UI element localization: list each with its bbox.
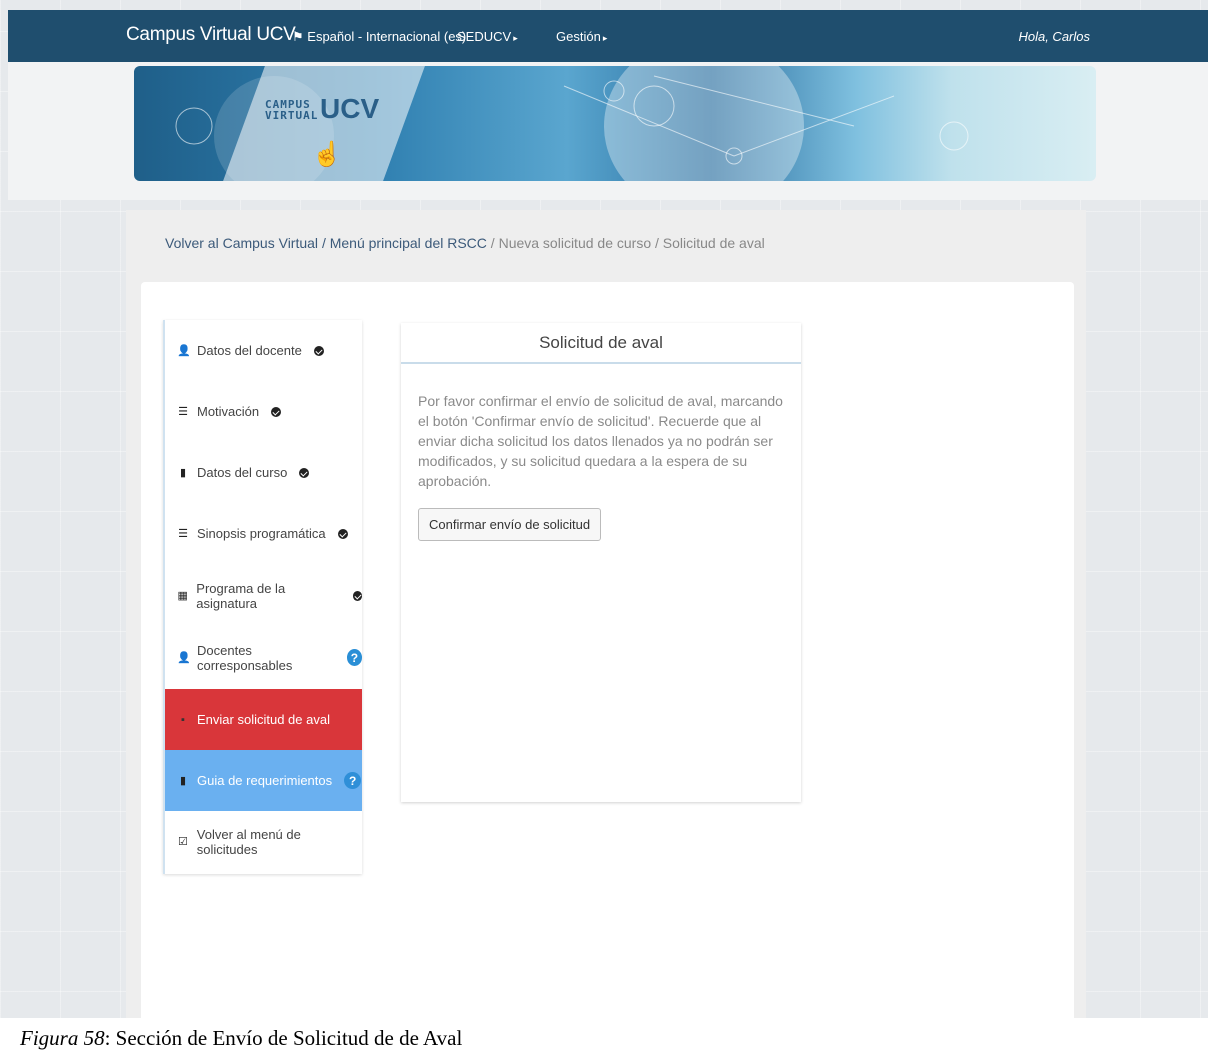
question-circle-icon[interactable]: ? [346, 649, 362, 666]
campus-banner [134, 66, 1096, 181]
network-graphic [175, 75, 969, 165]
check-circle-icon [299, 467, 310, 478]
check-circle-icon [313, 345, 324, 356]
file-icon: ▮ [179, 775, 187, 787]
caret-right-icon: ▸ [513, 33, 518, 43]
breadcrumb-menu[interactable]: Menú principal del RSCC [330, 235, 487, 251]
check-circle-icon [271, 406, 282, 417]
sidebar-item-corresponsables[interactable]: 👤 Docentes corresponsables ? [165, 627, 362, 688]
sidebar-item-label: Motivación [197, 404, 260, 419]
sidebar-item-label: Datos del docente [197, 343, 302, 358]
user-greeting[interactable]: Hola, Carlos [1018, 29, 1090, 44]
sidebar-item-label: Programa de la asignatura [196, 580, 286, 611]
confirm-request-button[interactable]: Confirmar envío de solicitud [418, 508, 602, 541]
sidebar-item-programa[interactable]: ▦ Programa de la asignatura [165, 565, 362, 626]
breadcrumb-campus[interactable]: Volver al Campus Virtual [165, 235, 318, 251]
check-square-icon: ☑ [177, 836, 188, 848]
breadcrumb-separator: / [655, 235, 659, 251]
flag-icon: ⚑ [292, 29, 304, 44]
sidebar-item-datos-curso[interactable]: ▮ Datos del curso [165, 442, 362, 503]
breadcrumb-current: Solicitud de aval [662, 235, 765, 251]
sidebar-item-label: Guia de requerimientos [197, 773, 333, 788]
request-sidebar: 👤 Datos del docente ☰ Motivación ▮ Datos… [163, 320, 362, 874]
language-menu[interactable]: ⚑ Español - Internacional (es) [292, 29, 466, 45]
sidebar-item-label: Volver al menú de solicitudes [196, 826, 301, 857]
logo-ucv: UCV [320, 93, 380, 124]
top-navbar: Campus Virtual UCV ⚑ Español - Internaci… [8, 10, 1208, 62]
gestion-label: Gestión [556, 29, 601, 44]
figure-text: : Sección de Envío de Solicitud de de Av… [104, 1026, 463, 1050]
language-label: Español - Internacional (es) [307, 29, 467, 44]
breadcrumb-new-request[interactable]: Nueva solicitud de curso [499, 235, 652, 251]
breadcrumb: Volver al Campus Virtual / Menú principa… [165, 235, 765, 251]
list-icon: ☰ [178, 528, 188, 540]
sidebar-item-volver[interactable]: ☑ Volver al menú de solicitudes [165, 811, 362, 872]
figure-caption: Figura 58: Sección de Envío de Solicitud… [0, 1018, 1212, 1052]
sidebar-item-sinopsis[interactable]: ☰ Sinopsis programática [165, 503, 362, 564]
sidebar-item-label: Enviar solicitud de aval [197, 712, 330, 727]
hand-pointer-icon: ☝ [312, 141, 342, 168]
sidebar-item-label: Docentes corresponsables [197, 642, 293, 673]
brand-link[interactable]: Campus Virtual UCV [126, 24, 296, 46]
seducv-label: SEDUCV [457, 29, 512, 44]
check-circle-icon [337, 528, 348, 539]
seducv-menu[interactable]: SEDUCV ▸ [457, 29, 518, 44]
question-circle-icon[interactable]: ? [344, 772, 362, 789]
sidebar-item-motivacion[interactable]: ☰ Motivación [165, 381, 362, 442]
sidebar-item-datos-docente[interactable]: 👤 Datos del docente [165, 320, 362, 381]
sidebar-item-enviar-aval[interactable]: ▪ Enviar solicitud de aval [165, 689, 362, 750]
user-icon: 👤 [177, 652, 191, 664]
logo-text: CAMPUS VIRTUAL [265, 98, 319, 122]
sidebar-item-label: Sinopsis programática [197, 526, 326, 541]
list-icon: ☰ [178, 406, 188, 418]
user-icon: 👤 [177, 345, 191, 357]
sidebar-item-label: Datos del curso [197, 465, 288, 480]
figure-number: Figura 58 [20, 1026, 105, 1050]
send-icon: ▪ [181, 713, 185, 726]
breadcrumb-separator: / [490, 235, 495, 251]
gestion-menu[interactable]: Gestión ▸ [556, 29, 607, 44]
request-panel: Solicitud de aval Por favor confirmar el… [401, 323, 801, 802]
book-icon: ▮ [179, 467, 187, 479]
right-edge [1208, 0, 1212, 1052]
panel-instructions: Por favor confirmar el envío de solicitu… [418, 393, 783, 489]
check-circle-icon [352, 590, 362, 601]
calendar-icon: ▦ [177, 590, 188, 602]
panel-title: Solicitud de aval [401, 323, 801, 364]
sidebar-item-guia[interactable]: ▮ Guia de requerimientos ? [165, 750, 362, 811]
caret-right-icon: ▸ [602, 33, 608, 43]
breadcrumb-separator: / [321, 235, 326, 251]
